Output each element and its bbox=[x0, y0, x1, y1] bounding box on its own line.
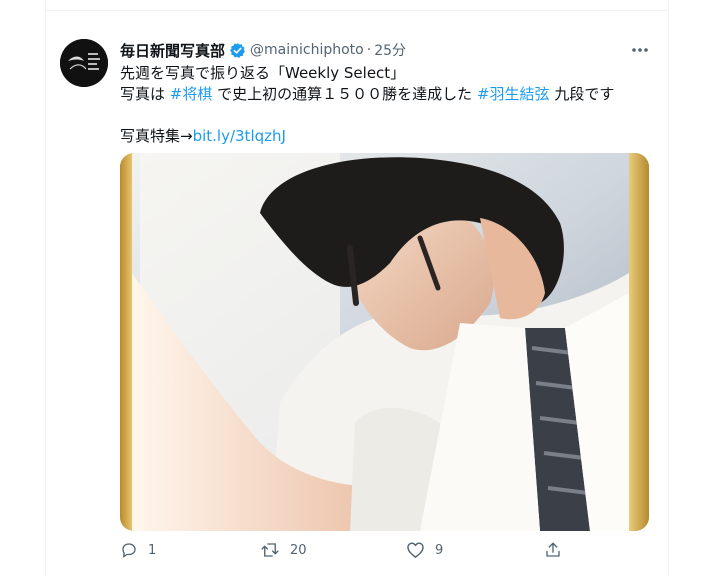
tweet-photo[interactable] bbox=[120, 153, 649, 531]
reply-count: 1 bbox=[148, 542, 157, 558]
tweet-text-line-2: 写真は #将棋 で史上初の通算１５００勝を達成した #羽生結弦 九段です bbox=[120, 84, 650, 105]
heart-icon bbox=[407, 542, 424, 558]
retweet-icon bbox=[261, 543, 279, 557]
avatar[interactable] bbox=[60, 39, 108, 87]
timeline-border-right bbox=[668, 0, 669, 576]
photo-link[interactable]: bit.ly/3tlqzhJ bbox=[193, 127, 286, 145]
more-options-icon[interactable] bbox=[628, 39, 652, 61]
reply-icon bbox=[122, 543, 136, 558]
text-suffix: 九段です bbox=[554, 85, 615, 103]
retweet-button[interactable]: 20 bbox=[260, 539, 307, 561]
text-prefix: 写真は bbox=[120, 85, 166, 103]
photo-image bbox=[120, 153, 649, 531]
like-button[interactable]: 9 bbox=[406, 539, 443, 561]
tweet-text: 先週を写真で振り返る「Weekly Select」 写真は #将棋 で史上初の通… bbox=[120, 63, 650, 147]
tweet-header: 毎日新聞写真部 @mainichiphoto · 25分 bbox=[120, 39, 406, 61]
share-button[interactable] bbox=[544, 539, 562, 561]
hashtag-name[interactable]: #羽生結弦 bbox=[477, 85, 550, 103]
hashtag-shogi[interactable]: #将棋 bbox=[170, 85, 213, 103]
author-handle[interactable]: @mainichiphoto bbox=[250, 42, 364, 58]
tweet-card[interactable]: 毎日新聞写真部 @mainichiphoto · 25分 先週を写真で振り返る「… bbox=[46, 11, 668, 576]
retweet-count: 20 bbox=[290, 542, 307, 558]
link-prefix: 写真特集→ bbox=[120, 127, 193, 145]
tweet-text-line-3: 写真特集→bit.ly/3tlqzhJ bbox=[120, 126, 650, 147]
tweet-actions: 1 20 9 bbox=[120, 539, 650, 561]
share-icon bbox=[546, 542, 560, 557]
header-separator: · bbox=[366, 42, 372, 58]
verified-badge-icon bbox=[229, 42, 246, 59]
text-middle: で史上初の通算１５００勝を達成した bbox=[217, 85, 473, 103]
tweet-timestamp[interactable]: 25分 bbox=[374, 40, 406, 60]
avatar-logo bbox=[60, 39, 108, 87]
tweet-text-line-1: 先週を写真で振り返る「Weekly Select」 bbox=[120, 64, 406, 82]
reply-button[interactable]: 1 bbox=[120, 539, 156, 561]
like-count: 9 bbox=[435, 542, 444, 558]
author-name[interactable]: 毎日新聞写真部 bbox=[120, 40, 225, 61]
